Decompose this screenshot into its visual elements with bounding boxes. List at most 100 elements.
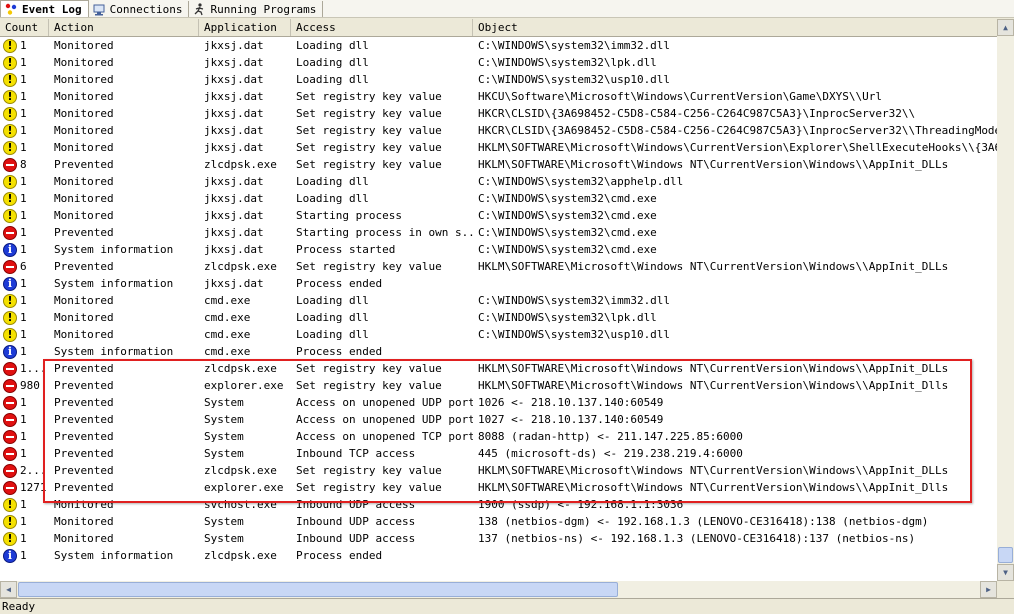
table-row[interactable]: 1 Monitored jkxsj.dat Loading dll C:\WINDOWS… — [0, 37, 997, 54]
table-row[interactable]: 1271 Prevented explorer.exe Set registry ke… — [0, 479, 997, 496]
cell-access: Process ended — [296, 549, 383, 562]
scroll-left-button[interactable]: ◀ — [0, 581, 17, 598]
cell-object: 445 (microsoft-ds) <- 219.238.219.4:6000 — [478, 447, 743, 460]
scroll-right-button[interactable]: ▶ — [980, 581, 997, 598]
count-value: 1271 — [20, 481, 47, 494]
cell-action: Monitored — [54, 39, 114, 52]
count-value: 1 — [20, 243, 27, 256]
column-header-application[interactable]: Application — [199, 19, 291, 36]
prevented-icon — [3, 259, 17, 274]
cell-action: Prevented — [54, 447, 114, 460]
count-value: 2... — [20, 464, 47, 477]
cell-access: Process ended — [296, 345, 383, 358]
tab-event-log[interactable]: Event Log — [0, 0, 89, 17]
vertical-scrollbar[interactable]: ▲ ▼ — [997, 19, 1014, 581]
table-row[interactable]: 2... Prevented zlcdpsk.exe Set registry key… — [0, 462, 997, 479]
cell-count: 1 — [0, 55, 49, 70]
cell-count: 8 — [0, 157, 49, 172]
table-row[interactable]: 1 System information zlcdpsk.exe Process en… — [0, 547, 997, 564]
table-row[interactable]: 980 Prevented explorer.exe Set registry key… — [0, 377, 997, 394]
horizontal-scroll-thumb[interactable] — [18, 582, 618, 597]
warning-icon — [3, 310, 17, 325]
cell-object: 1026 <- 218.10.137.140:60549 — [478, 396, 664, 409]
horizontal-scrollbar[interactable]: ◀ ▶ — [0, 581, 997, 598]
scroll-up-button[interactable]: ▲ — [997, 19, 1014, 36]
table-row[interactable]: 8 Prevented zlcdpsk.exe Set registry key va… — [0, 156, 997, 173]
table-row[interactable]: 1 Monitored jkxsj.dat Set registry key valu… — [0, 122, 997, 139]
table-row[interactable]: 1 Monitored jkxsj.dat Loading dll C:\WINDOWS… — [0, 54, 997, 71]
table-row[interactable]: 1 Monitored svchost.exe Inbound UDP access 1… — [0, 496, 997, 513]
tab-running-programs[interactable]: Running Programs — [189, 1, 324, 17]
cell-application: jkxsj.dat — [204, 39, 264, 52]
cell-access: Loading dll — [296, 311, 369, 324]
count-value: 1 — [20, 39, 27, 52]
table-row[interactable]: 1 Prevented jkxsj.dat Starting process in o… — [0, 224, 997, 241]
cell-object: C:\WINDOWS\system32\lpk.dll — [478, 311, 657, 324]
column-header-count[interactable]: Count — [0, 19, 49, 36]
cell-count: 1 — [0, 208, 49, 223]
table-row[interactable]: 1 Prevented System Access on unopened UDP p… — [0, 411, 997, 428]
count-value: 1 — [20, 73, 27, 86]
column-header-access[interactable]: Access — [291, 19, 473, 36]
prevented-icon — [3, 412, 17, 427]
cell-application: jkxsj.dat — [204, 56, 264, 69]
table-row[interactable]: 1 Monitored jkxsj.dat Set registry key valu… — [0, 88, 997, 105]
cell-object: HKLM\SOFTWARE\Microsoft\Windows NT\Curre… — [478, 379, 949, 392]
cell-object: C:\WINDOWS\system32\imm32.dll — [478, 39, 671, 52]
table-row[interactable]: 1 Prevented System Access on unopened UDP p… — [0, 394, 997, 411]
count-value: 1 — [20, 209, 27, 222]
table-row[interactable]: 1 Prevented System Access on unopened TCP p… — [0, 428, 997, 445]
cell-application: cmd.exe — [204, 328, 251, 341]
cell-access: Inbound UDP access — [296, 515, 416, 528]
info-icon — [3, 344, 17, 359]
count-value: 1 — [20, 107, 27, 120]
count-value: 1 — [20, 294, 27, 307]
table-row[interactable]: 1 Monitored cmd.exe Loading dll C:\WINDOWS\s… — [0, 326, 997, 343]
table-row[interactable]: 1 System information cmd.exe Process ended — [0, 343, 997, 360]
cell-action: Prevented — [54, 430, 114, 443]
event-log-list[interactable]: Count Action Application Access Object 1… — [0, 19, 997, 581]
cell-action: Monitored — [54, 56, 114, 69]
cell-action: Prevented — [54, 158, 114, 171]
column-header-action[interactable]: Action — [49, 19, 199, 36]
table-row[interactable]: 6 Prevented zlcdpsk.exe Set registry key va… — [0, 258, 997, 275]
scroll-down-button[interactable]: ▼ — [997, 564, 1014, 581]
cell-application: jkxsj.dat — [204, 90, 264, 103]
table-row[interactable]: 1 System information jkxsj.dat Process star… — [0, 241, 997, 258]
event-log-icon — [5, 3, 17, 15]
cell-action: Monitored — [54, 192, 114, 205]
cell-application: zlcdpsk.exe — [204, 158, 277, 171]
list-rows: 1 Monitored jkxsj.dat Loading dll C:\WINDOWS… — [0, 37, 997, 564]
cell-object: 137 (netbios-ns) <- 192.168.1.3 (LENOVO-… — [478, 532, 916, 545]
table-row[interactable]: 1 Monitored cmd.exe Loading dll C:\WINDOWS\s… — [0, 292, 997, 309]
warning-icon — [3, 123, 17, 138]
column-header-object[interactable]: Object — [473, 19, 997, 36]
table-row[interactable]: 1 Monitored jkxsj.dat Set registry key valu… — [0, 105, 997, 122]
cell-access: Set registry key value — [296, 90, 442, 103]
cell-count: 1 — [0, 174, 49, 189]
table-row[interactable]: 1 Monitored jkxsj.dat Loading dll C:\WINDOWS… — [0, 190, 997, 207]
table-row[interactable]: 1 Monitored System Inbound UDP access 138 (n… — [0, 513, 997, 530]
cell-count: 1 — [0, 395, 49, 410]
count-value: 1 — [20, 532, 27, 545]
vertical-scroll-thumb[interactable] — [998, 547, 1013, 563]
warning-icon — [3, 191, 17, 206]
cell-application: jkxsj.dat — [204, 107, 264, 120]
table-row[interactable]: 1 Monitored jkxsj.dat Set registry key valu… — [0, 139, 997, 156]
cell-access: Access on unopened UDP port — [296, 396, 473, 409]
table-row[interactable]: 1 Monitored jkxsj.dat Loading dll C:\WINDOWS… — [0, 71, 997, 88]
table-row[interactable]: 1... Prevented zlcdpsk.exe Set registry key… — [0, 360, 997, 377]
table-row[interactable]: 1 Monitored jkxsj.dat Starting process C:\WI… — [0, 207, 997, 224]
cell-action: Prevented — [54, 481, 114, 494]
cell-access: Set registry key value — [296, 379, 442, 392]
table-row[interactable]: 1 Monitored jkxsj.dat Loading dll C:\WINDOWS… — [0, 173, 997, 190]
prevented-icon — [3, 225, 17, 240]
table-row[interactable]: 1 System information jkxsj.dat Process ende… — [0, 275, 997, 292]
cell-access: Set registry key value — [296, 260, 442, 273]
cell-count: 1 — [0, 497, 49, 512]
table-row[interactable]: 1 Monitored System Inbound UDP access 137 (n… — [0, 530, 997, 547]
table-row[interactable]: 1 Monitored cmd.exe Loading dll C:\WINDOWS\s… — [0, 309, 997, 326]
table-row[interactable]: 1 Prevented System Inbound TCP access 445 (m… — [0, 445, 997, 462]
tab-connections[interactable]: Connections — [89, 1, 190, 17]
cell-access: Loading dll — [296, 328, 369, 341]
